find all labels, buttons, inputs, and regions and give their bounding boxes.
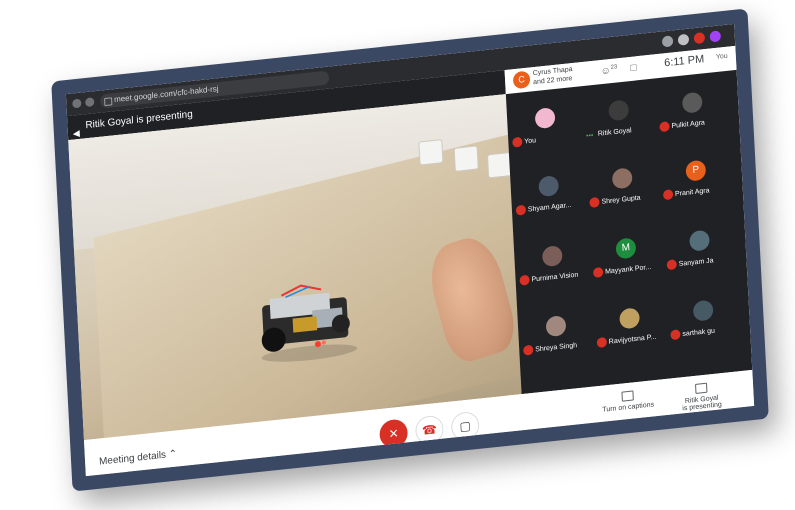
participant-name: Ritik Goyal (597, 127, 632, 138)
avatar (538, 175, 560, 198)
participant-name: Mayyank Por... (604, 263, 652, 276)
people-icon[interactable]: ☺23 (600, 64, 617, 77)
chat-icon[interactable]: □ (630, 62, 637, 74)
avatar (619, 307, 641, 330)
avatar (689, 229, 710, 252)
participant-name: Shrey Gupta (601, 194, 641, 206)
wall-socket (453, 145, 479, 172)
participant-tile[interactable]: Sanyam Ja (662, 211, 737, 281)
star-icon[interactable] (677, 33, 690, 46)
participant-tile[interactable]: Shrey Gupta (585, 149, 660, 219)
participant-name: Ravijyotsna P... (608, 333, 657, 346)
reload-icon[interactable] (85, 97, 95, 108)
wall-socket (418, 139, 444, 166)
profile-icon[interactable] (709, 30, 722, 43)
camera-button[interactable]: ▢ (450, 410, 480, 442)
mic-muted-icon (670, 329, 681, 341)
host-info: Cyrus Thapa and 22 more (533, 65, 574, 87)
participant-tile[interactable]: You (508, 88, 583, 158)
participant-grid: You ••• Ritik Goyal Pulkit Agra Shyam Ag… (505, 69, 753, 395)
participant-name: sarthak gu (682, 327, 716, 338)
speaking-icon: ••• (585, 132, 594, 140)
avatar (541, 245, 563, 268)
meeting-details-label: Meeting details (98, 449, 167, 468)
avatar (534, 107, 556, 130)
participant-name: Shreya Singh (535, 342, 578, 354)
laptop-screen: meet.google.com/cfc-hakd-rsj ◀ Ritik Goy… (65, 23, 755, 477)
captions-icon (621, 390, 634, 402)
participant-tile[interactable]: ••• Ritik Goyal (582, 81, 657, 151)
mic-muted-icon (662, 189, 674, 201)
participant-name: Shyam Agar... (527, 201, 572, 214)
presentation-video (68, 94, 522, 477)
avatar (692, 299, 714, 322)
people-count: 23 (610, 64, 618, 72)
mic-muted-icon (523, 344, 534, 356)
participant-name: You (524, 137, 537, 146)
phone-hangup-icon: ☎ (421, 422, 438, 438)
participant-tile[interactable]: Pulkit Agra (655, 73, 730, 143)
participant-tile[interactable]: P Pranit Agra (659, 141, 734, 211)
mic-muted-icon (589, 196, 600, 208)
avatar (608, 99, 630, 122)
chevron-up-icon: ⌃ (168, 448, 178, 461)
participant-name: Purnima Vision (531, 271, 579, 284)
captions-button[interactable]: Turn on captions (602, 388, 655, 414)
participant-tile[interactable]: M Mayyank Por... (589, 219, 664, 289)
mic-muted-icon (666, 259, 678, 271)
mic-muted-icon (592, 266, 604, 278)
back-icon[interactable] (72, 98, 82, 109)
camera-icon: ▢ (459, 418, 472, 434)
mic-off-button[interactable]: ✕ (378, 418, 409, 450)
lock-icon (104, 97, 113, 107)
mic-muted-icon (515, 204, 527, 216)
avatar: P (685, 159, 707, 182)
mic-muted-icon (519, 274, 530, 286)
captions-label: Turn on captions (602, 401, 655, 414)
laptop-bezel: meet.google.com/cfc-hakd-rsj ◀ Ritik Goy… (51, 8, 769, 492)
mic-muted-icon (596, 336, 608, 348)
mic-muted-icon (512, 136, 523, 148)
participant-name: Sanyam Ja (678, 257, 714, 268)
host-avatar: C (512, 70, 531, 90)
participant-tile[interactable]: Shyam Agar... (511, 156, 586, 226)
participant-tile[interactable]: Purnima Vision (515, 226, 590, 296)
present-now-button[interactable]: Ritik Goyal is presenting (681, 381, 722, 412)
avatar: M (615, 237, 637, 260)
participant-tile[interactable]: Shreya Singh (519, 296, 594, 366)
camera-icon[interactable] (661, 35, 674, 48)
participant-tile[interactable]: Ravijyotsna P... (592, 289, 667, 359)
clock: 6:11 PM (663, 53, 705, 70)
extension-icon[interactable] (693, 32, 706, 45)
participant-name: Pulkit Agra (671, 119, 705, 130)
photo-scene: meet.google.com/cfc-hakd-rsj ◀ Ritik Goy… (0, 0, 795, 510)
present-icon (694, 382, 708, 394)
avatar (545, 315, 567, 338)
mic-muted-icon (659, 121, 670, 133)
mic-off-icon: ✕ (388, 426, 399, 442)
meeting-details-button[interactable]: Meeting details ⌃ (99, 448, 178, 467)
robot-image (261, 284, 358, 362)
participant-tile[interactable]: sarthak gu (666, 281, 741, 351)
avatar (681, 91, 703, 114)
leave-call-button[interactable]: ☎ (414, 414, 445, 446)
participant-name: Pranit Agra (674, 187, 710, 198)
self-view-label: You (715, 52, 728, 61)
avatar (611, 167, 633, 190)
